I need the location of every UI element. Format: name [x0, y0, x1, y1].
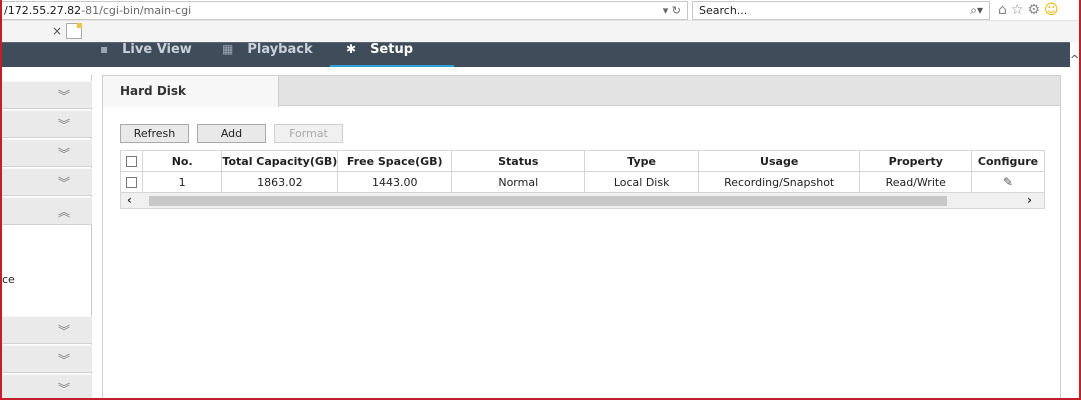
scrollbar-thumb[interactable] — [149, 196, 947, 206]
sidebar: ︾ ︾ ︾ ︾ ︽ ce ︾ ︾ ︾ — [0, 75, 92, 400]
nav-live-view-label: Live View — [122, 42, 192, 57]
hard-disk-table: No. Total Capacity(GB) Free Space(GB) St… — [120, 150, 1045, 193]
column-header-property[interactable]: Property — [859, 150, 973, 172]
sidebar-group-2[interactable]: ︾ — [0, 110, 92, 138]
column-header-type[interactable]: Type — [584, 150, 699, 172]
app-navbar: ▪ Live View ▦ Playback ✱ Setup — [0, 42, 1070, 67]
scroll-up-icon[interactable]: ^ — [1070, 53, 1079, 66]
tab-hard-disk[interactable]: Hard Disk — [103, 76, 279, 107]
home-icon[interactable]: ⌂ — [998, 2, 1011, 18]
sidebar-group-8[interactable]: ︾ — [0, 374, 92, 400]
refresh-button[interactable]: Refresh — [120, 124, 189, 143]
scroll-right-icon[interactable]: › — [1027, 193, 1032, 207]
table-header-row: No. Total Capacity(GB) Free Space(GB) St… — [120, 150, 1045, 172]
cell-no: 1 — [141, 171, 223, 193]
chevron-down-icon: ︾ — [57, 353, 70, 367]
sidebar-item-partial[interactable]: ce — [2, 273, 15, 286]
chevron-up-icon: ︽ — [57, 205, 70, 219]
monitor-icon: ▪ — [100, 42, 109, 56]
cell-status: Normal — [451, 171, 586, 193]
table-row[interactable]: 1 1863.02 1443.00 Normal Local Disk Reco… — [120, 171, 1045, 193]
chevron-down-icon: ︾ — [57, 147, 70, 161]
tab-close-icon[interactable]: × — [52, 24, 62, 38]
nav-active-indicator — [330, 65, 454, 67]
nav-playback[interactable]: ▦ Playback — [222, 43, 313, 67]
cell-total-capacity: 1863.02 — [221, 171, 339, 193]
chevron-down-icon: ︾ — [57, 118, 70, 132]
star-icon[interactable]: ☆ — [1011, 2, 1028, 18]
sidebar-group-1[interactable]: ︾ — [0, 81, 92, 109]
film-icon: ▦ — [222, 42, 234, 56]
column-header-usage[interactable]: Usage — [697, 150, 861, 172]
column-header-total-capacity[interactable]: Total Capacity(GB) — [221, 150, 339, 172]
select-all-checkbox[interactable] — [125, 156, 137, 167]
gear-icon[interactable]: ⚙ — [1027, 2, 1044, 18]
row-checkbox[interactable] — [125, 177, 137, 188]
column-header-configure[interactable]: Configure — [971, 150, 1045, 172]
select-all-cell — [120, 150, 143, 172]
pencil-icon[interactable]: ✎ — [1003, 175, 1013, 189]
browser-tab-row: × — [0, 21, 1081, 42]
search-icon[interactable]: ⌕▾ — [970, 2, 983, 19]
chevron-down-icon: ︾ — [57, 176, 70, 190]
cell-configure: ✎ — [971, 171, 1045, 193]
table-horizontal-scrollbar[interactable]: ‹ › — [120, 193, 1045, 209]
scroll-left-icon[interactable]: ‹ — [127, 193, 132, 207]
panel-tabbar: Hard Disk — [103, 76, 1060, 107]
cell-free-space: 1443.00 — [337, 171, 453, 193]
sidebar-group-3[interactable]: ︾ — [0, 139, 92, 167]
sidebar-group-6[interactable]: ︾ — [0, 316, 92, 344]
sidebar-group-5[interactable]: ︽ — [0, 197, 92, 225]
nav-setup[interactable]: ✱ Setup — [346, 43, 413, 67]
cell-usage: Recording/Snapshot — [697, 171, 861, 193]
cell-property: Read/Write — [859, 171, 973, 193]
add-button[interactable]: Add — [197, 124, 266, 143]
column-header-free-space[interactable]: Free Space(GB) — [337, 150, 453, 172]
column-header-status[interactable]: Status — [451, 150, 586, 172]
smiley-icon[interactable]: ☺ — [1044, 2, 1063, 18]
column-header-no[interactable]: No. — [141, 150, 223, 172]
row-select-cell — [120, 171, 143, 193]
chevron-down-icon: ︾ — [57, 382, 70, 396]
url-controls[interactable]: ▾ ↻ — [663, 2, 681, 19]
search-placeholder: Search... — [699, 4, 748, 17]
nav-live-view[interactable]: ▪ Live View — [100, 43, 192, 67]
hard-disk-panel: Hard Disk Refresh Add Format No. Total C… — [102, 75, 1061, 400]
chevron-down-icon: ︾ — [57, 324, 70, 338]
window-frame-left — [0, 0, 2, 400]
nav-setup-label: Setup — [370, 42, 414, 57]
nav-playback-label: Playback — [247, 42, 313, 57]
gear-icon: ✱ — [346, 42, 357, 56]
browser-search-input[interactable]: Search... ⌕▾ — [692, 1, 990, 20]
browser-address-row: /172.55.27.82-81/cgi-bin/main-cgi ▾ ↻ Se… — [0, 0, 1081, 21]
browser-toolbar-icons: ⌂☆⚙☺ — [998, 1, 1063, 19]
chevron-down-icon: ︾ — [57, 89, 70, 103]
sidebar-group-7[interactable]: ︾ — [0, 345, 92, 373]
sidebar-group-4[interactable]: ︾ — [0, 168, 92, 196]
address-bar[interactable]: /172.55.27.82-81/cgi-bin/main-cgi ▾ ↻ — [0, 1, 688, 20]
url-path: -81/cgi-bin/main-cgi — [81, 4, 192, 17]
format-button[interactable]: Format — [274, 124, 343, 143]
cell-type: Local Disk — [584, 171, 699, 193]
url-host: /172.55.27.82 — [4, 4, 82, 17]
new-tab-icon[interactable] — [66, 23, 82, 39]
